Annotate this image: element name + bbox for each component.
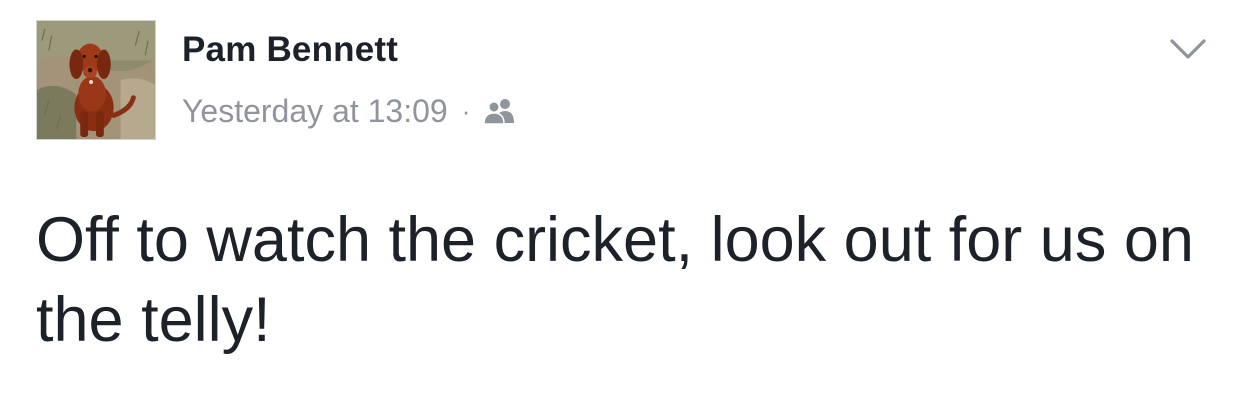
post-meta: Yesterday at 13:09 · <box>182 91 518 131</box>
author-avatar[interactable] <box>36 20 156 140</box>
author-name-link[interactable]: Pam Bennett <box>182 30 398 70</box>
dog-photo-avatar-icon <box>37 21 155 139</box>
feed-post: Pam Bennett Yesterday at 13:09 · Off to … <box>0 0 1238 403</box>
post-body-text: Off to watch the cricket, look out for u… <box>36 205 1194 355</box>
friends-icon[interactable] <box>482 97 518 125</box>
meta-separator: · <box>461 96 471 126</box>
chevron-down-icon[interactable] <box>1168 34 1208 64</box>
post-timestamp-link[interactable]: Yesterday at 13:09 <box>182 93 448 130</box>
